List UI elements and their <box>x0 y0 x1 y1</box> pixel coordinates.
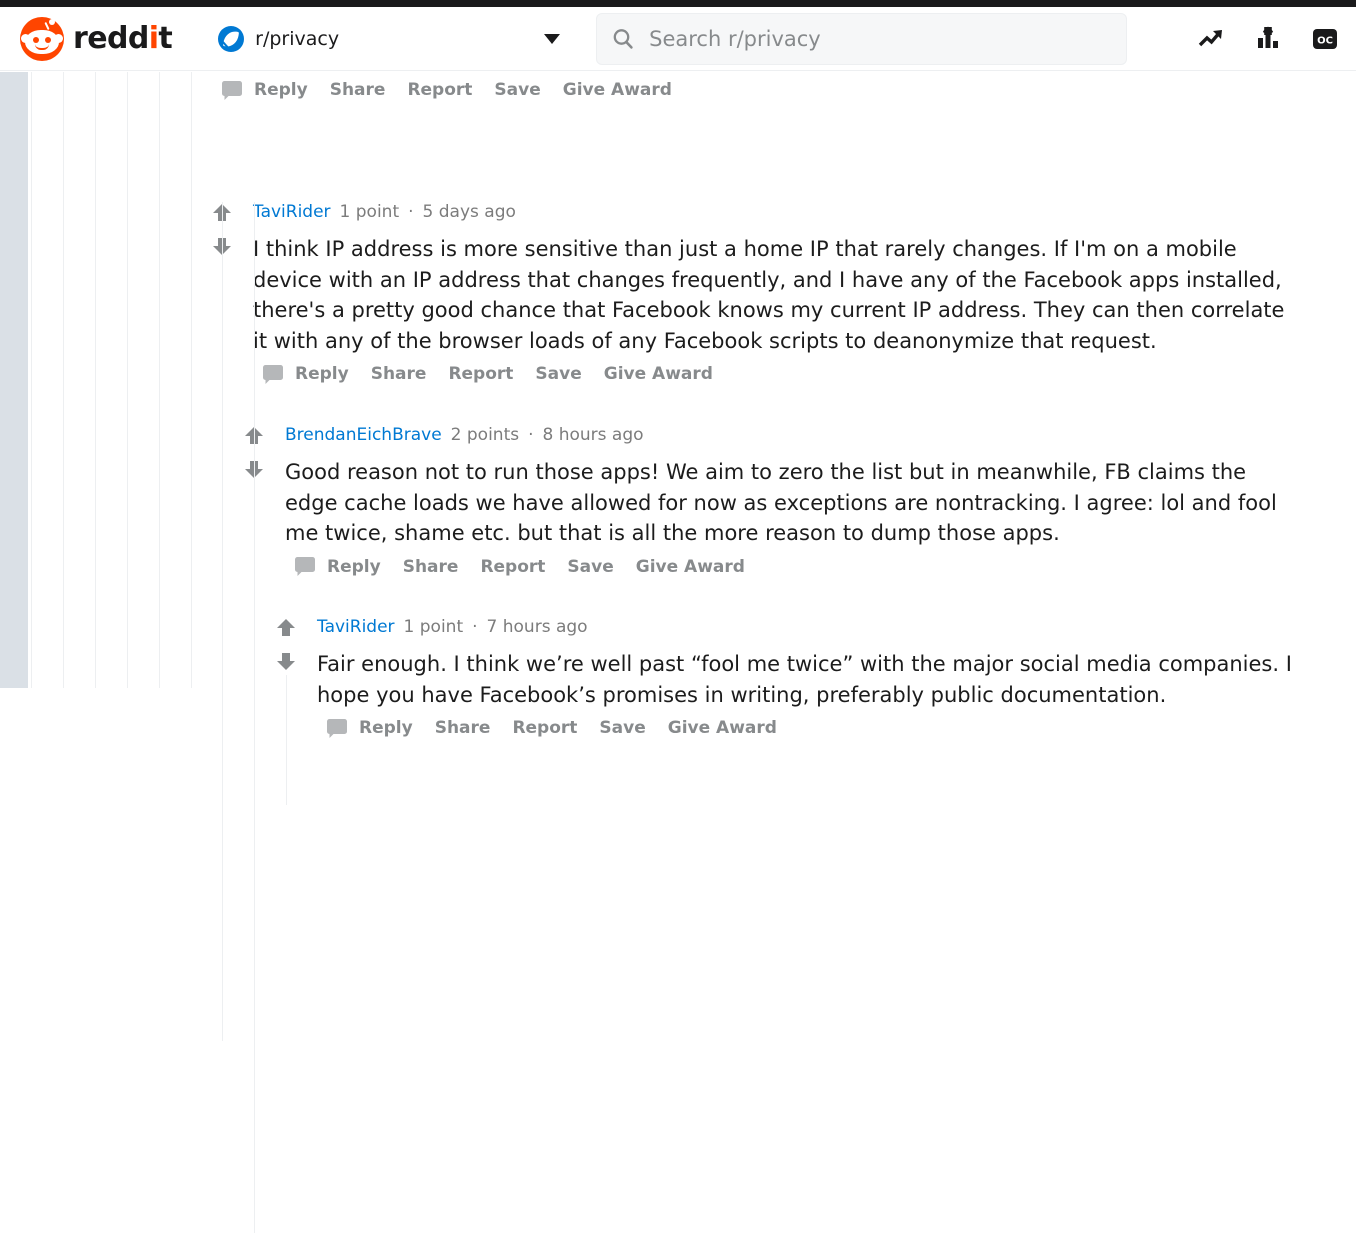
header-icon-group: OC <box>1198 26 1338 52</box>
comment-timestamp[interactable]: 5 days ago <box>423 202 516 222</box>
comment-bubble-icon <box>222 80 242 100</box>
depth-guide-7 <box>222 202 223 1041</box>
comment-body-text: Fair enough. I think we’re well past “fo… <box>317 652 1292 707</box>
comment-author-link[interactable]: TaviRider <box>253 202 331 222</box>
action-give-award[interactable]: Give Award <box>636 557 745 577</box>
depth-guide-3 <box>95 72 96 688</box>
depth-guide-2 <box>63 72 64 688</box>
comment-bubble-icon <box>295 557 315 576</box>
browser-chrome-strip <box>0 0 1356 7</box>
action-give-award[interactable]: Give Award <box>668 718 777 738</box>
trending-icon[interactable] <box>1198 26 1226 52</box>
action-save[interactable]: Save <box>494 80 540 100</box>
comment-actions: Reply Share Report Save Give Award <box>327 718 1317 738</box>
action-save[interactable]: Save <box>599 718 645 738</box>
action-reply[interactable]: Reply <box>327 557 381 577</box>
chevron-down-icon[interactable] <box>544 33 561 44</box>
depth-guide-1 <box>31 72 32 688</box>
subreddit-selector-dropdown[interactable]: r/privacy <box>218 25 578 52</box>
comment-timestamp[interactable]: 7 hours ago <box>487 617 588 637</box>
comment-bubble-icon <box>263 364 283 384</box>
action-report[interactable]: Report <box>448 364 513 384</box>
snoo-antenna-dot <box>49 18 55 25</box>
action-reply[interactable]: Reply <box>254 80 308 100</box>
svg-text:OC: OC <box>1317 35 1333 46</box>
snoo-eye-left <box>33 36 39 43</box>
comment-actions-partial: Reply Share Report Save Give Award <box>222 80 672 100</box>
snoo-ear-left <box>21 33 30 43</box>
comment-author-link[interactable]: BrendanEichBrave <box>285 425 442 445</box>
comment-byline: BrendanEichBrave 2 points · 8 hours ago <box>285 425 1315 451</box>
downvote-arrow-icon[interactable] <box>275 650 297 677</box>
comment-actions: Reply Share Report Save Give Award <box>263 364 1313 384</box>
comment-collapse-rail[interactable] <box>286 675 287 805</box>
comments-page: Reply Share Report Save Give Award TaviR… <box>0 72 1356 1233</box>
depth-guide-4 <box>127 72 128 688</box>
byline-separator: · <box>472 617 478 637</box>
wordmark-part-dot: i <box>148 21 159 56</box>
subreddit-name: r/privacy <box>255 27 340 50</box>
search-input[interactable]: Search r/privacy <box>649 27 821 51</box>
comment-byline: TaviRider 1 point · 5 days ago <box>253 202 1313 228</box>
comment-body-text: Good reason not to run those apps! We ai… <box>285 460 1277 545</box>
action-share[interactable]: Share <box>403 557 459 577</box>
search-bar[interactable]: Search r/privacy <box>596 12 1128 65</box>
action-share[interactable]: Share <box>371 364 427 384</box>
subreddit-avatar-icon <box>218 25 245 52</box>
action-share[interactable]: Share <box>330 80 386 100</box>
comment-actions: Reply Share Report Save Give Award <box>295 557 1315 577</box>
wordmark-part-1: redd <box>73 21 149 56</box>
comment-score: 2 points <box>450 425 520 445</box>
action-report[interactable]: Report <box>407 80 472 100</box>
reddit-snoo-icon <box>20 16 64 61</box>
comment-score: 1 point <box>339 202 400 222</box>
wordmark-part-2: t <box>158 21 173 56</box>
oc-badge-icon[interactable]: OC <box>1312 28 1338 50</box>
reddit-wordmark: reddit <box>73 21 173 56</box>
depth-guide-6 <box>191 72 192 688</box>
action-report[interactable]: Report <box>512 718 577 738</box>
depth-guide-8 <box>254 202 255 1233</box>
reddit-header: reddit r/privacy Search r/privacy OC <box>0 7 1356 71</box>
comment-body-text: I think IP address is more sensitive tha… <box>253 237 1285 353</box>
comment-bubble-icon <box>327 718 347 738</box>
action-reply[interactable]: Reply <box>359 718 413 738</box>
vote-controls <box>274 617 298 677</box>
byline-separator: · <box>408 202 414 222</box>
action-reply[interactable]: Reply <box>295 364 349 384</box>
action-save[interactable]: Save <box>535 364 581 384</box>
byline-separator: · <box>528 425 534 445</box>
snoo-eye-right <box>45 36 51 43</box>
comment-score: 1 point <box>403 617 464 637</box>
comment-byline: TaviRider 1 point · 7 hours ago <box>317 617 1317 643</box>
action-give-award[interactable]: Give Award <box>563 80 672 100</box>
bar-chart-up-icon[interactable] <box>1256 26 1282 52</box>
subreddit-slash-shape <box>218 25 244 52</box>
action-save[interactable]: Save <box>567 557 613 577</box>
depth-guide-5 <box>159 72 160 688</box>
search-icon <box>611 27 635 51</box>
snoo-ear-right <box>54 33 63 43</box>
snoo-head <box>25 29 59 54</box>
comment-timestamp[interactable]: 8 hours ago <box>543 425 644 445</box>
action-share[interactable]: Share <box>435 718 491 738</box>
action-give-award[interactable]: Give Award <box>604 364 713 384</box>
reddit-home-logo[interactable]: reddit <box>20 16 173 61</box>
comment-author-link[interactable]: TaviRider <box>317 617 395 637</box>
action-report[interactable]: Report <box>480 557 545 577</box>
upvote-arrow-icon[interactable] <box>275 617 297 644</box>
